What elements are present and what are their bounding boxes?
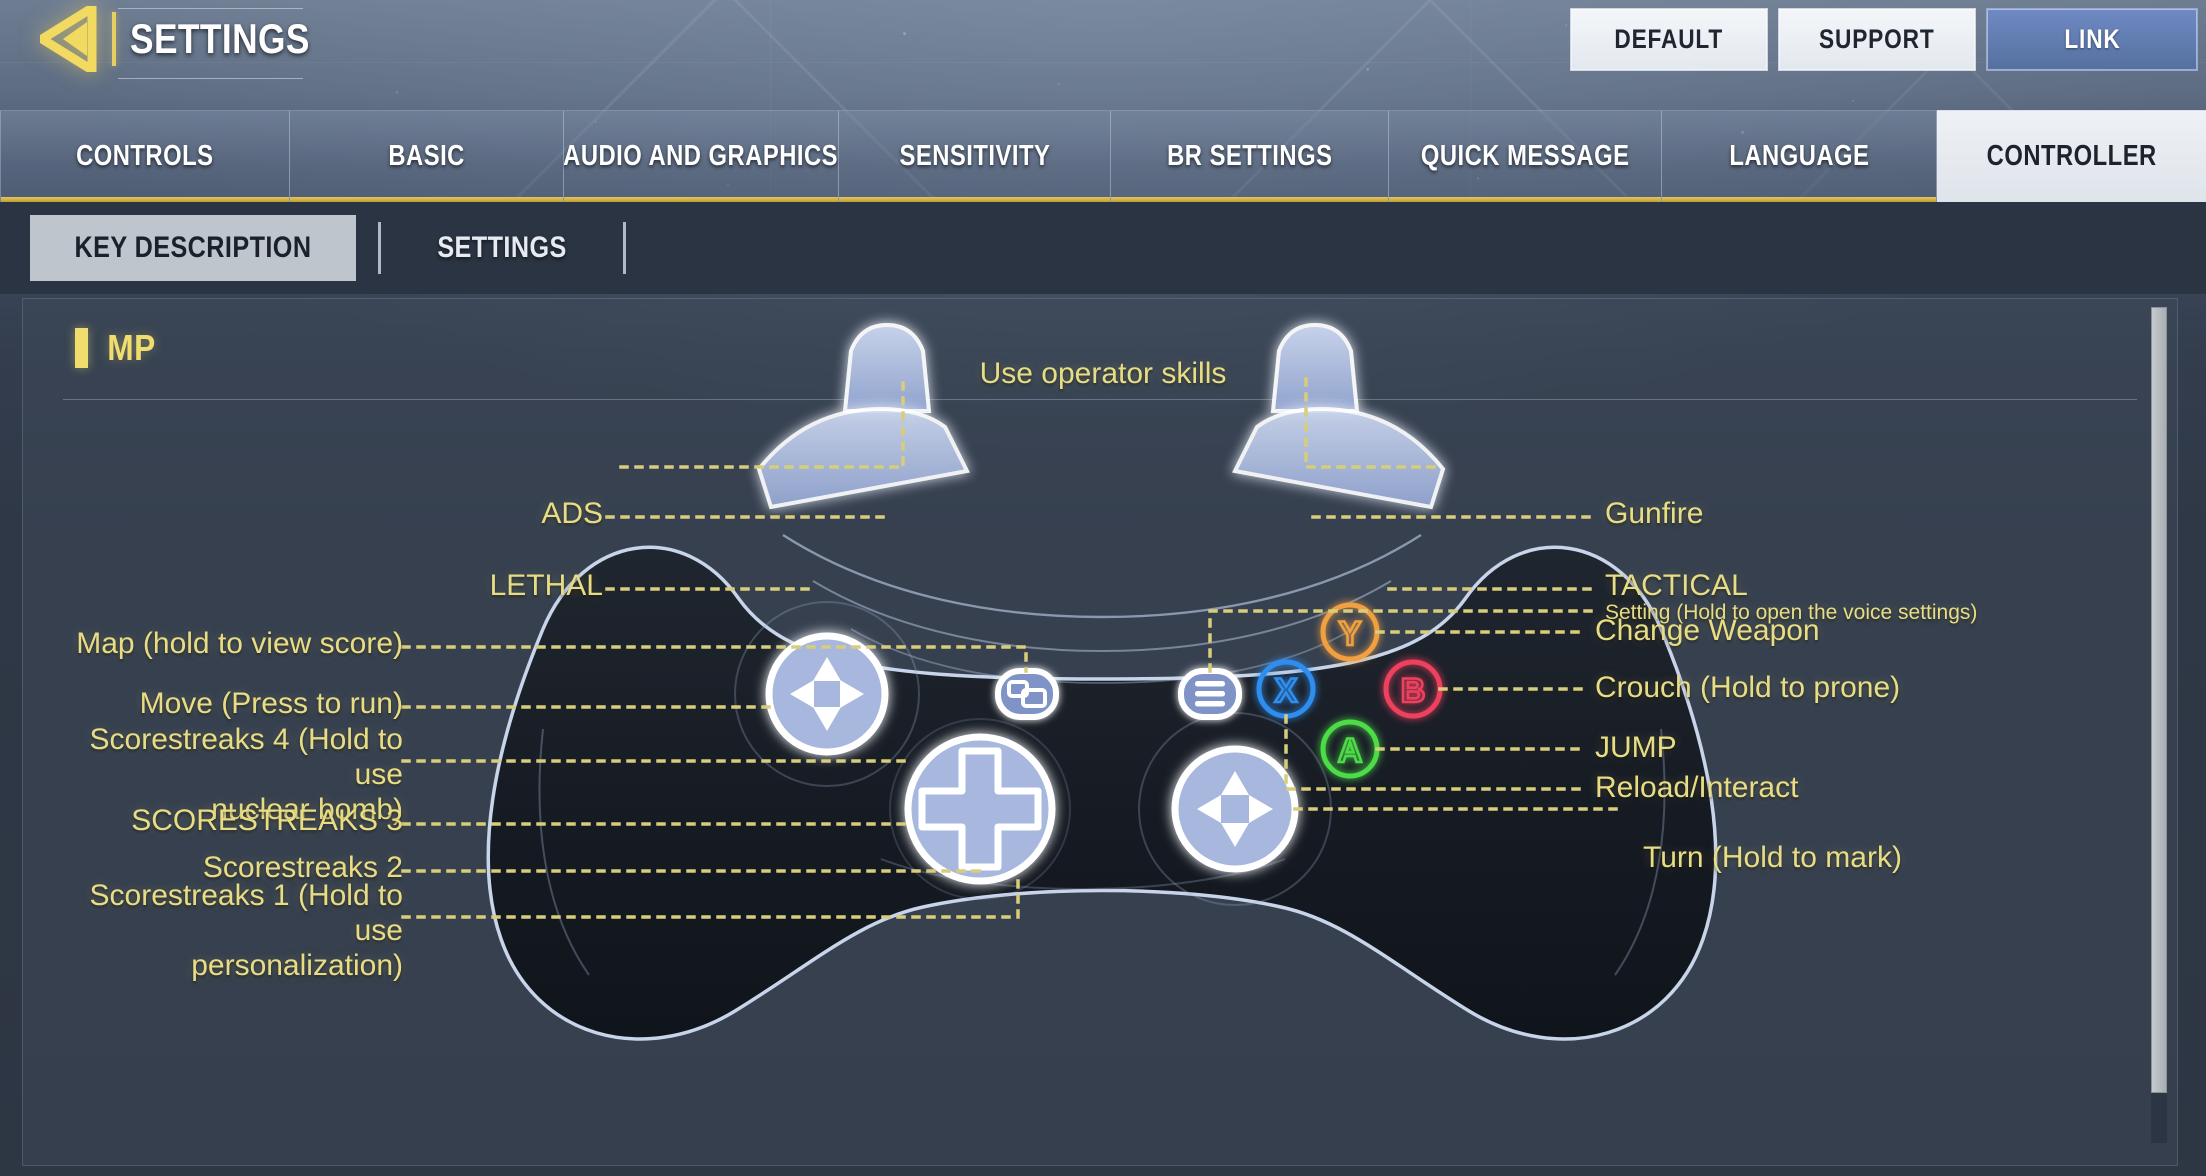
scrollbar-thumb[interactable] [2151, 307, 2167, 1093]
label-ads: ADS [541, 497, 603, 530]
subtab-settings-label: SETTINGS [437, 231, 567, 264]
settings-screen: SETTINGS DEFAULT SUPPORT LINK CONTROLS B… [0, 0, 2206, 1176]
subtab-key-description-label: KEY DESCRIPTION [74, 231, 312, 264]
label-move-press-to-run: Move (Press to run) [139, 687, 403, 720]
tab-basic-label: BASIC [388, 140, 465, 172]
label-reload-interact: Reload/Interact [1595, 771, 1799, 804]
view-button-icon [995, 668, 1059, 720]
tab-audio-and-graphics-label: AUDIO AND GRAPHICS [563, 140, 839, 172]
svg-text:X: X [1275, 672, 1298, 710]
controller-body [486, 322, 1718, 1041]
vertical-scrollbar[interactable] [2151, 307, 2167, 1143]
title-divider [112, 12, 116, 66]
subtab-key-description[interactable]: KEY DESCRIPTION [30, 215, 356, 281]
tab-quick-message-label: QUICK MESSAGE [1420, 140, 1630, 172]
label-change-weapon: Change Weapon [1595, 614, 1820, 647]
tab-sensitivity[interactable]: SENSITIVITY [839, 110, 1111, 202]
back-navigation[interactable]: SETTINGS [40, 6, 344, 72]
left-analog-stick [765, 632, 889, 756]
tab-quick-message[interactable]: QUICK MESSAGE [1389, 110, 1662, 202]
label-scorestreaks-3: SCORESTREAKS 3 [131, 804, 403, 837]
link-button[interactable]: LINK [1986, 8, 2198, 71]
label-scorestreaks-1: Scorestreaks 1 (Hold to use personalizat… [89, 879, 403, 982]
face-button-y: Y [1320, 602, 1380, 662]
sub-tab-bar: KEY DESCRIPTION SETTINGS [0, 202, 2206, 294]
dpad [904, 733, 1056, 885]
svg-text:A: A [1338, 732, 1363, 770]
back-arrow-icon[interactable] [40, 6, 98, 72]
title-rule-top [118, 8, 303, 9]
page-title: SETTINGS [130, 15, 310, 62]
support-button-label: SUPPORT [1819, 24, 1935, 54]
label-map-hold-to-view-score: Map (hold to view score) [76, 627, 403, 660]
tab-language[interactable]: LANGUAGE [1662, 110, 1937, 202]
tab-controller-label: CONTROLLER [1986, 140, 2157, 172]
content-panel: MP Y B A X Use operator skills ADS LETHA… [22, 298, 2178, 1166]
main-tab-bar: CONTROLS BASIC AUDIO AND GRAPHICS SENSIT… [0, 110, 2206, 202]
right-analog-stick [1171, 745, 1299, 873]
link-button-label: LINK [2063, 24, 2121, 54]
tab-basic[interactable]: BASIC [290, 110, 564, 202]
tab-controls-label: CONTROLS [76, 140, 214, 172]
controller-diagram: Y B A X Use operator skills ADS LETHAL M… [23, 299, 2177, 1165]
tab-controls[interactable]: CONTROLS [0, 110, 290, 202]
subtab-divider [623, 222, 627, 274]
label-lethal: LETHAL [489, 569, 603, 602]
label-gunfire: Gunfire [1605, 497, 1704, 530]
svg-text:Y: Y [1339, 615, 1362, 653]
tab-audio-and-graphics[interactable]: AUDIO AND GRAPHICS [564, 110, 839, 202]
tab-br-settings[interactable]: BR SETTINGS [1111, 110, 1389, 202]
menu-button-icon [1178, 668, 1242, 720]
tab-controller[interactable]: CONTROLLER [1937, 110, 2206, 202]
header-actions: DEFAULT SUPPORT LINK [1570, 8, 2198, 71]
label-crouch-hold-to-prone: Crouch (Hold to prone) [1595, 671, 1901, 704]
default-button-label: DEFAULT [1614, 24, 1724, 54]
subtab-divider [378, 222, 381, 274]
tab-sensitivity-label: SENSITIVITY [899, 140, 1050, 172]
subtab-settings[interactable]: SETTINGS [403, 215, 601, 281]
support-button[interactable]: SUPPORT [1778, 8, 1976, 71]
tab-language-label: LANGUAGE [1728, 140, 1870, 172]
svg-text:B: B [1401, 672, 1426, 710]
label-jump: JUMP [1595, 731, 1677, 764]
tab-br-settings-label: BR SETTINGS [1166, 140, 1333, 172]
title-rule-bottom [118, 78, 303, 79]
default-button[interactable]: DEFAULT [1570, 8, 1768, 71]
page-header: SETTINGS DEFAULT SUPPORT LINK [0, 0, 2206, 108]
label-turn-hold-to-mark: Turn (Hold to mark) [1643, 841, 1902, 874]
label-tactical: TACTICAL [1605, 569, 1748, 602]
label-use-operator-skills: Use operator skills [979, 357, 1227, 390]
